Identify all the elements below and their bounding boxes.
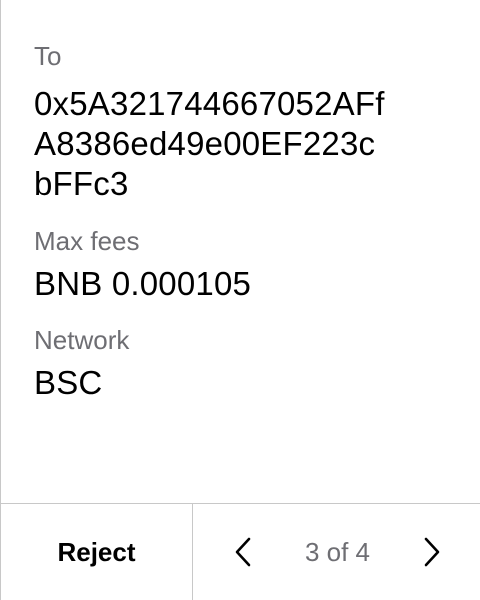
max-fees-field: Max fees BNB 0.000105 [34,225,460,304]
action-bar: Reject 3 of 4 [1,503,480,600]
pager: 3 of 4 [193,504,480,600]
network-field: Network BSC [34,324,460,403]
page-indicator: 3 of 4 [304,536,371,567]
to-label: To [34,41,62,71]
recipient-field: To 0x5A321744667052AFf A8386ed49e00EF223… [34,40,460,204]
address-line: 0x5A321744667052AFf [34,85,385,122]
address-line: A8386ed49e00EF223c [34,125,376,162]
network-label: Network [34,325,130,355]
chevron-right-icon [424,537,440,567]
max-fees-value: BNB 0.000105 [34,265,252,302]
network-value: BSC [34,364,103,401]
transaction-review-screen: To 0x5A321744667052AFf A8386ed49e00EF223… [0,0,480,600]
reject-button[interactable]: Reject [1,504,193,600]
next-button[interactable] [418,532,446,572]
address-line: bFFc3 [34,165,129,202]
recipient-address: 0x5A321744667052AFf A8386ed49e00EF223c b… [34,84,460,204]
previous-button[interactable] [229,532,257,572]
max-fees-label: Max fees [34,226,140,256]
chevron-left-icon [235,537,251,567]
transaction-details: To 0x5A321744667052AFf A8386ed49e00EF223… [34,40,460,403]
